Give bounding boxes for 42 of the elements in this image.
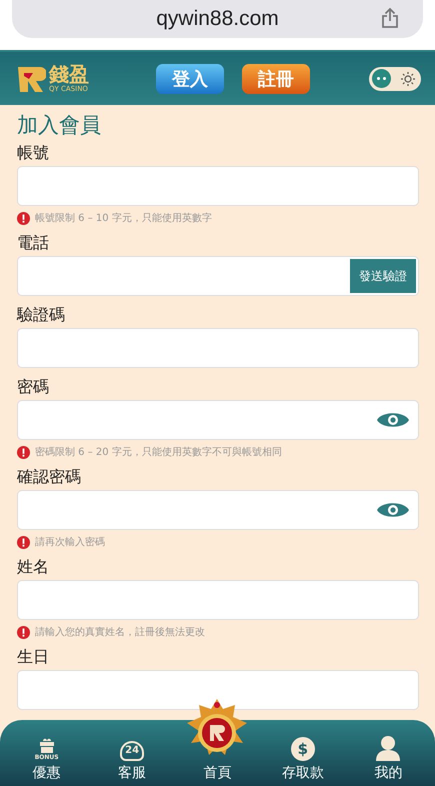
hint-text: 請輸入您的真實姓名，註冊後無法更改 <box>35 626 205 639</box>
nav-label: 客服 <box>118 765 146 781</box>
nav-item[interactable]: 24 客服 <box>97 741 168 781</box>
hint-text: 帳號限制 6 – 10 字元，只能使用英數字 <box>35 212 212 225</box>
field-label: 帳號 <box>17 142 50 164</box>
person-icon <box>375 735 402 761</box>
input-field[interactable] <box>17 490 419 530</box>
field-label: 確認密碼 <box>17 466 82 488</box>
warning-icon <box>17 446 30 458</box>
input-field[interactable] <box>17 328 419 368</box>
logo-title: 錢盈 <box>49 64 89 84</box>
nav-label: 存取款 <box>282 765 324 781</box>
dollar-coin-icon: $ <box>290 737 315 761</box>
input-field[interactable] <box>17 670 419 710</box>
field-label: 驗證碼 <box>17 304 66 326</box>
hint-text: 請再次輸入密碼 <box>35 536 105 549</box>
nav-label: 首頁 <box>203 765 232 781</box>
field-label: 密碼 <box>17 376 50 398</box>
headset-icon: 24 <box>120 741 144 761</box>
form-title: 加入會員 <box>17 112 102 139</box>
sun-icon <box>401 72 415 86</box>
warning-icon <box>17 626 30 638</box>
hint-text: 密碼限制 6 – 20 字元，只能使用英數字不可與帳號相同 <box>35 446 282 459</box>
input-field[interactable] <box>17 580 419 620</box>
nav-item[interactable]: $ 存取款 <box>268 737 338 781</box>
nav-item[interactable]: 首頁 <box>182 761 252 781</box>
share-icon[interactable] <box>381 7 399 29</box>
field-label: 生日 <box>17 646 50 668</box>
nav-label: 優惠 <box>32 765 61 781</box>
input-field[interactable]: 發送驗證 <box>17 256 419 296</box>
input-field[interactable] <box>17 166 419 206</box>
url-text: qywin88.com <box>156 7 279 31</box>
field-label: 姓名 <box>17 556 50 578</box>
theme-toggle[interactable] <box>369 66 421 90</box>
send-verification-button[interactable]: 發送驗證 <box>350 259 416 293</box>
nav-label: 我的 <box>374 765 402 781</box>
address-bar[interactable]: qywin88.com <box>12 0 423 38</box>
input-field[interactable] <box>17 400 419 440</box>
warning-icon <box>17 212 30 224</box>
nav-item[interactable]: 我的 <box>353 735 424 781</box>
field-label: 電話 <box>17 232 50 254</box>
warning-icon <box>17 536 30 548</box>
